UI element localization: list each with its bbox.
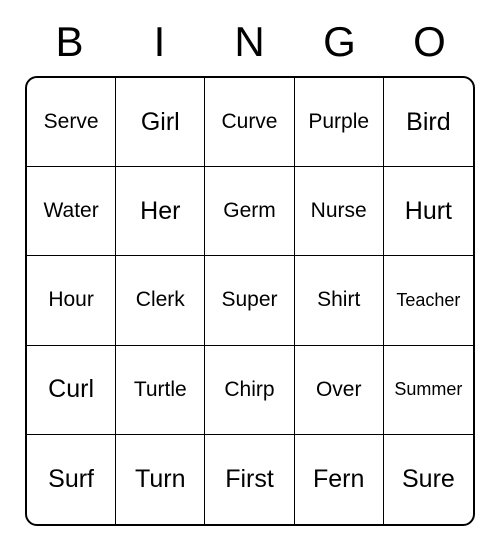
header-g: G xyxy=(295,18,385,76)
bingo-cell[interactable]: Germ xyxy=(205,167,294,256)
bingo-cell[interactable]: Nurse xyxy=(295,167,384,256)
bingo-cell[interactable]: Curve xyxy=(205,78,294,167)
bingo-cell[interactable]: Over xyxy=(295,346,384,435)
bingo-cell[interactable]: Hour xyxy=(27,256,116,345)
bingo-cell[interactable]: Serve xyxy=(27,78,116,167)
bingo-cell[interactable]: Turn xyxy=(116,435,205,524)
bingo-cell[interactable]: Bird xyxy=(384,78,473,167)
bingo-cell[interactable]: Water xyxy=(27,167,116,256)
bingo-cell[interactable]: First xyxy=(205,435,294,524)
bingo-cell[interactable]: Curl xyxy=(27,346,116,435)
bingo-cell[interactable]: Surf xyxy=(27,435,116,524)
bingo-cell[interactable]: Chirp xyxy=(205,346,294,435)
bingo-grid: Serve Girl Curve Purple Bird Water Her G… xyxy=(25,76,475,526)
bingo-cell[interactable]: Turtle xyxy=(116,346,205,435)
bingo-header: B I N G O xyxy=(25,18,475,76)
bingo-cell[interactable]: Teacher xyxy=(384,256,473,345)
bingo-cell[interactable]: Girl xyxy=(116,78,205,167)
header-o: O xyxy=(385,18,475,76)
header-b: B xyxy=(25,18,115,76)
bingo-cell[interactable]: Super xyxy=(205,256,294,345)
bingo-cell[interactable]: Fern xyxy=(295,435,384,524)
bingo-cell[interactable]: Sure xyxy=(384,435,473,524)
bingo-cell[interactable]: Hurt xyxy=(384,167,473,256)
bingo-cell[interactable]: Summer xyxy=(384,346,473,435)
bingo-cell[interactable]: Clerk xyxy=(116,256,205,345)
header-n: N xyxy=(205,18,295,76)
bingo-cell[interactable]: Purple xyxy=(295,78,384,167)
bingo-cell[interactable]: Shirt xyxy=(295,256,384,345)
bingo-card: B I N G O Serve Girl Curve Purple Bird W… xyxy=(25,18,475,526)
bingo-cell[interactable]: Her xyxy=(116,167,205,256)
header-i: I xyxy=(115,18,205,76)
